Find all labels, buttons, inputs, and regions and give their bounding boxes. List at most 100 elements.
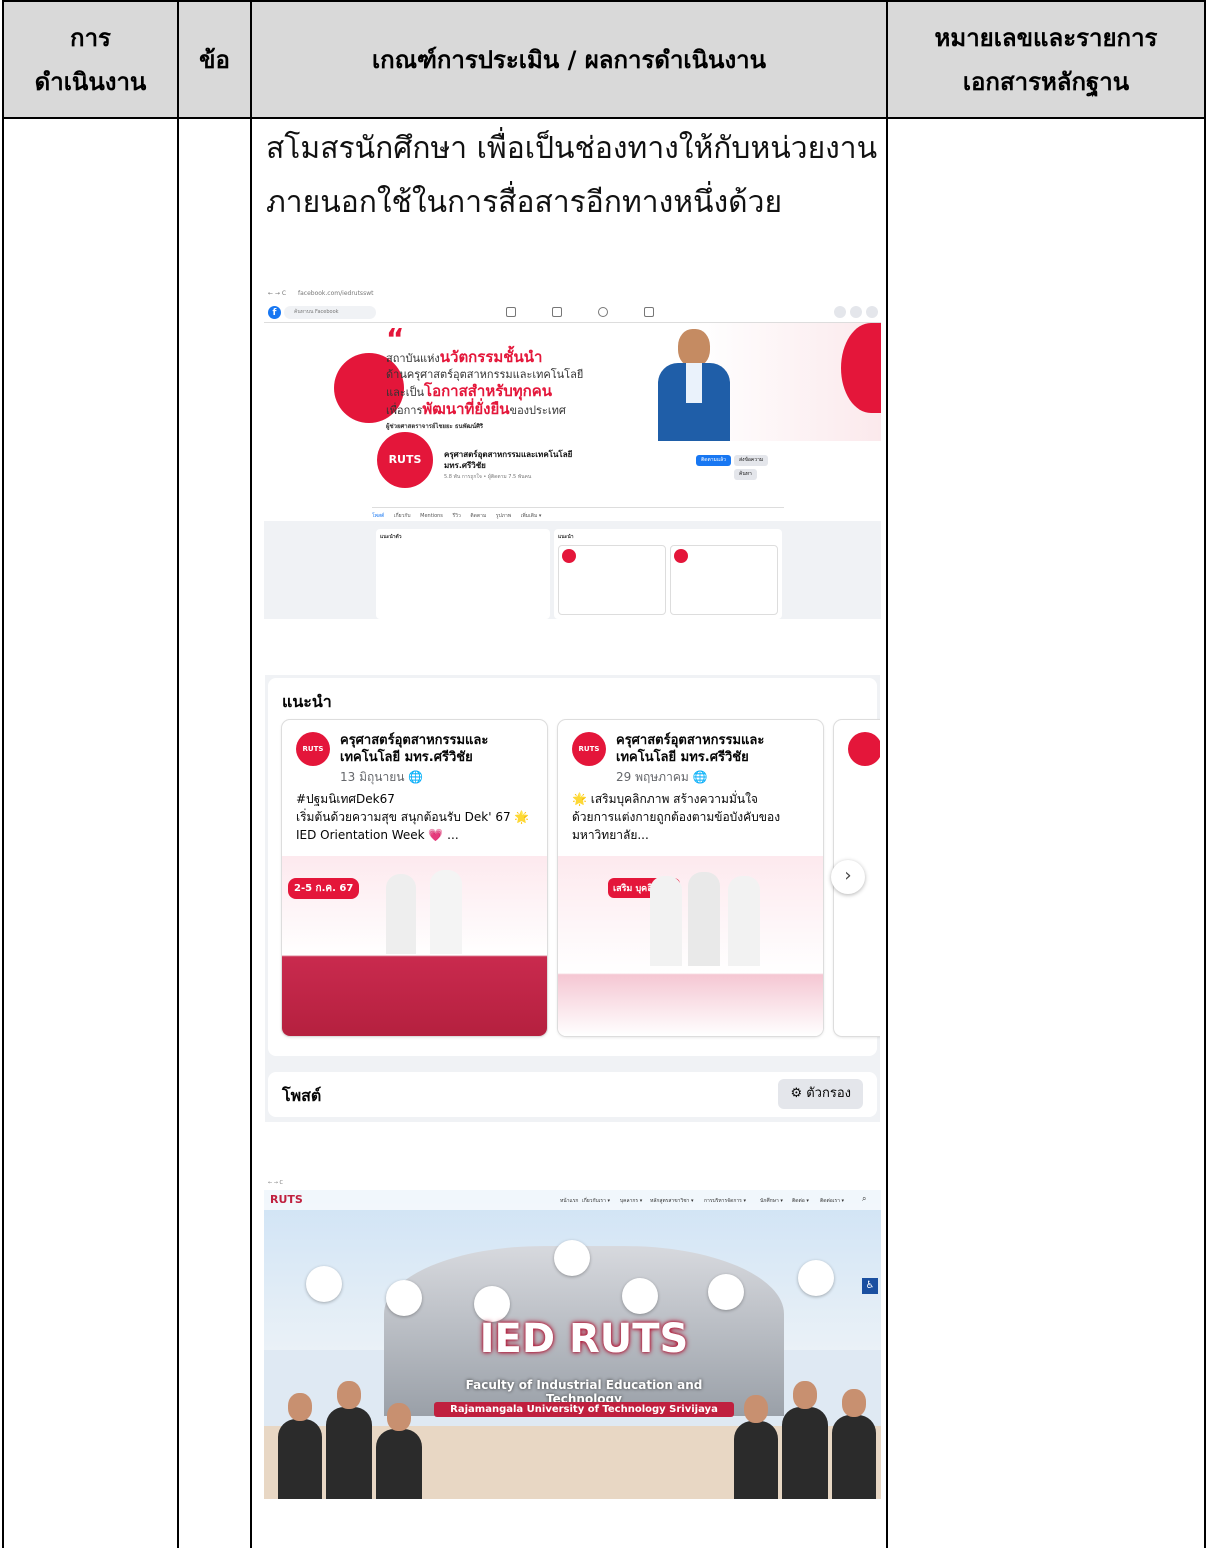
table-border-left [2, 0, 4, 1548]
post-text: 🌟 เสริมบุคลิกภาพ สร้างความมั่นใจ ด้วยการ… [572, 792, 781, 842]
browser-nav-icons: ← → C [268, 290, 287, 297]
page-meta: 5.8 พัน การถูกใจ • ผู้ติดตาม 7.5 พันคน [444, 474, 532, 480]
post-date: 29 พฤษภาคม 🌐 [616, 768, 708, 787]
student-figure [430, 870, 462, 954]
search-button: ค้นหา [734, 469, 757, 480]
website-logo: RUTS [270, 1193, 303, 1206]
home-icon [506, 307, 516, 317]
browser-address-bar: ← → C facebook.com/iedrutsswt [264, 285, 881, 303]
follow-button: ติดตามแล้ว [696, 455, 731, 466]
quote-highlight: พัฒนาที่ยั่งยืน [422, 400, 510, 418]
student-figure [728, 876, 760, 966]
mini-card [670, 545, 778, 615]
globe-icon: 🌐 [688, 770, 708, 784]
recommended-panel: แนะนำ RUTS ครุศาสตร์อุตสาหกรรมและเทคโนโล… [268, 678, 880, 1056]
posts-title: โพสต์ [282, 1086, 322, 1105]
table-col-divider-2 [250, 0, 252, 1548]
menu-icon [834, 306, 846, 318]
table-col-divider-1 [177, 0, 179, 1548]
criteria-text-line1: สโมสรนักศึกษา เพื่อเป็นช่องทางให้กับหน่ว… [266, 131, 878, 166]
criteria-text-line2: ภายนอกใช้ในการสื่อสารอีกทางหนึ่งด้วย [266, 185, 783, 220]
cover-author: ผู้ช่วยศาสตราจารย์ไชยยะ ธนพัฒน์ศิริ [386, 423, 484, 430]
post-image: เสริม บุคลิกภาพ [558, 856, 823, 1036]
browser-address-bar: ← → C [264, 1176, 881, 1190]
student-figure [734, 1395, 778, 1499]
notification-icon [866, 306, 878, 318]
facebook-page-screenshot: ← → C facebook.com/iedrutsswt f ค้นหาบน … [264, 285, 881, 619]
student-figure [782, 1381, 828, 1499]
header-evidence-line1: หมายเลขและรายการ [934, 23, 1158, 52]
department-logo-icon [798, 1260, 834, 1296]
cover-quote: “ สถาบันแห่งนวัตกรรมชั้นนำ ด้านครุศาสตร์… [386, 322, 636, 435]
ruts-logo-icon [554, 1240, 590, 1276]
post-author: ครุศาสตร์อุตสาหกรรมและเทคโนโลยี มทร.ศรีว… [616, 733, 765, 765]
post-date-text: 29 พฤษภาคม [616, 770, 689, 784]
student-figure [326, 1381, 372, 1499]
department-logo-icon [306, 1266, 342, 1302]
post-image: 2-5 ก.ค. 67 [282, 856, 547, 1036]
page-avatar: RUTS [374, 429, 436, 491]
posts-header: โพสต์ ⚙ ตัวกรอง [268, 1072, 877, 1117]
nav-item: การบริหารจัดการ ▾ [704, 1198, 746, 1204]
post-card: RUTS ครุศาสตร์อุตสาหกรรมและเทคโนโลยี มทร… [282, 720, 547, 1036]
faculty-website-screenshot: ← → C RUTS หน้าแรก เกี่ยวกับเรา ▾ บุคลาก… [264, 1176, 881, 1499]
filter-button[interactable]: ⚙ ตัวกรอง [778, 1079, 863, 1109]
browser-nav-icons: ← → C [268, 1180, 284, 1186]
department-logo-icon [708, 1274, 744, 1310]
filter-label: ตัวกรอง [806, 1086, 851, 1101]
table-col-divider-3 [886, 0, 888, 1548]
filter-icon: ⚙ [790, 1086, 807, 1101]
department-logo-icon [622, 1278, 658, 1314]
search-icon: ⌕ [862, 1194, 867, 1203]
video-icon [552, 307, 562, 317]
post-card: RUTS ครุศาสตร์อุตสาหกรรมและเทคโนโลยี มทร… [558, 720, 823, 1036]
website-nav: RUTS หน้าแรก เกี่ยวกับเรา ▾ บุคลากร ▾ หล… [264, 1190, 881, 1210]
website-headline: IED RUTS [479, 1316, 689, 1362]
header-operation-line2: ดำเนินงาน [34, 67, 147, 96]
groups-icon [598, 307, 608, 317]
recommend-box: แนะนำ [554, 529, 782, 619]
page-tabs: โพสต์ เกี่ยวกับ Mentions รีวิว ติดตาม รู… [372, 507, 784, 520]
tab-reviews: รีวิว [452, 513, 461, 519]
accessibility-icon: ♿ [862, 1278, 878, 1294]
nav-item: หลักสูตรสาขาวิชา ▾ [650, 1198, 694, 1204]
next-arrow-icon[interactable]: › [831, 860, 865, 894]
table-border-right [1204, 0, 1206, 1548]
facebook-cover-photo: “ สถาบันแห่งนวัตกรรมชั้นนำ ด้านครุศาสตร์… [264, 323, 881, 441]
dean-photo [654, 329, 734, 441]
student-figure [688, 872, 720, 966]
facebook-logo-icon: f [268, 306, 281, 319]
quote-part: เพื่อการ [386, 404, 423, 417]
header-evidence: หมายเลขและรายการ เอกสารหลักฐาน [888, 2, 1204, 117]
post-date-text: 13 มิถุนายน [340, 770, 405, 784]
recommended-title: แนะนำ [282, 692, 332, 711]
header-criteria: เกณฑ์การประเมิน / ผลการดำเนินงาน [252, 2, 886, 117]
nav-item: ติดต่อเรา ▾ [820, 1198, 845, 1204]
post-author: ครุศาสตร์อุตสาหกรรมและเทคโนโลยี มทร.ศรีว… [340, 733, 489, 765]
gaming-icon [644, 307, 654, 317]
quote-highlight: โอกาสสำหรับทุกคน [424, 382, 553, 400]
student-figure [832, 1389, 876, 1499]
recommend-title: แนะนำ [558, 534, 574, 540]
quote-highlight: นวัตกรรมชั้นนำ [439, 348, 543, 366]
quote-part: ของประเทศ [509, 404, 566, 417]
header-item-no: ข้อ [179, 2, 250, 117]
header-criteria-text: เกณฑ์การประเมิน / ผลการดำเนินงาน [371, 45, 767, 74]
quote-part: สถาบันแห่ง [386, 352, 440, 365]
student-figure [278, 1393, 322, 1499]
nav-item: ติดต่อ ▾ [792, 1198, 809, 1204]
facebook-recommended-screenshot: แนะนำ RUTS ครุศาสตร์อุตสาหกรรมและเทคโนโล… [265, 675, 880, 1122]
header-item-no-text: ข้อ [199, 45, 230, 74]
nav-item: เกี่ยวกับเรา ▾ [582, 1198, 610, 1204]
post-text: #ปฐมนิเทศDek67 เริ่มต้นด้วยความสุข สนุกต… [296, 792, 530, 842]
post-date: 13 มิถุนายน 🌐 [340, 768, 423, 787]
cover-red-circle-right [841, 323, 881, 413]
messenger-icon [850, 306, 862, 318]
quote-mark-icon: “ [386, 322, 405, 355]
website-university: Rajamangala University of Technology Sri… [434, 1402, 734, 1417]
post-avatar: RUTS [296, 732, 330, 766]
tab-photos: รูปภาพ [495, 513, 512, 519]
nav-item: บุคลากร ▾ [620, 1198, 643, 1204]
header-operation: การ ดำเนินงาน [4, 2, 177, 117]
page-name: ครุศาสตร์อุตสาหกรรมและเทคโนโลยี มทร.ศรีว… [444, 449, 572, 471]
